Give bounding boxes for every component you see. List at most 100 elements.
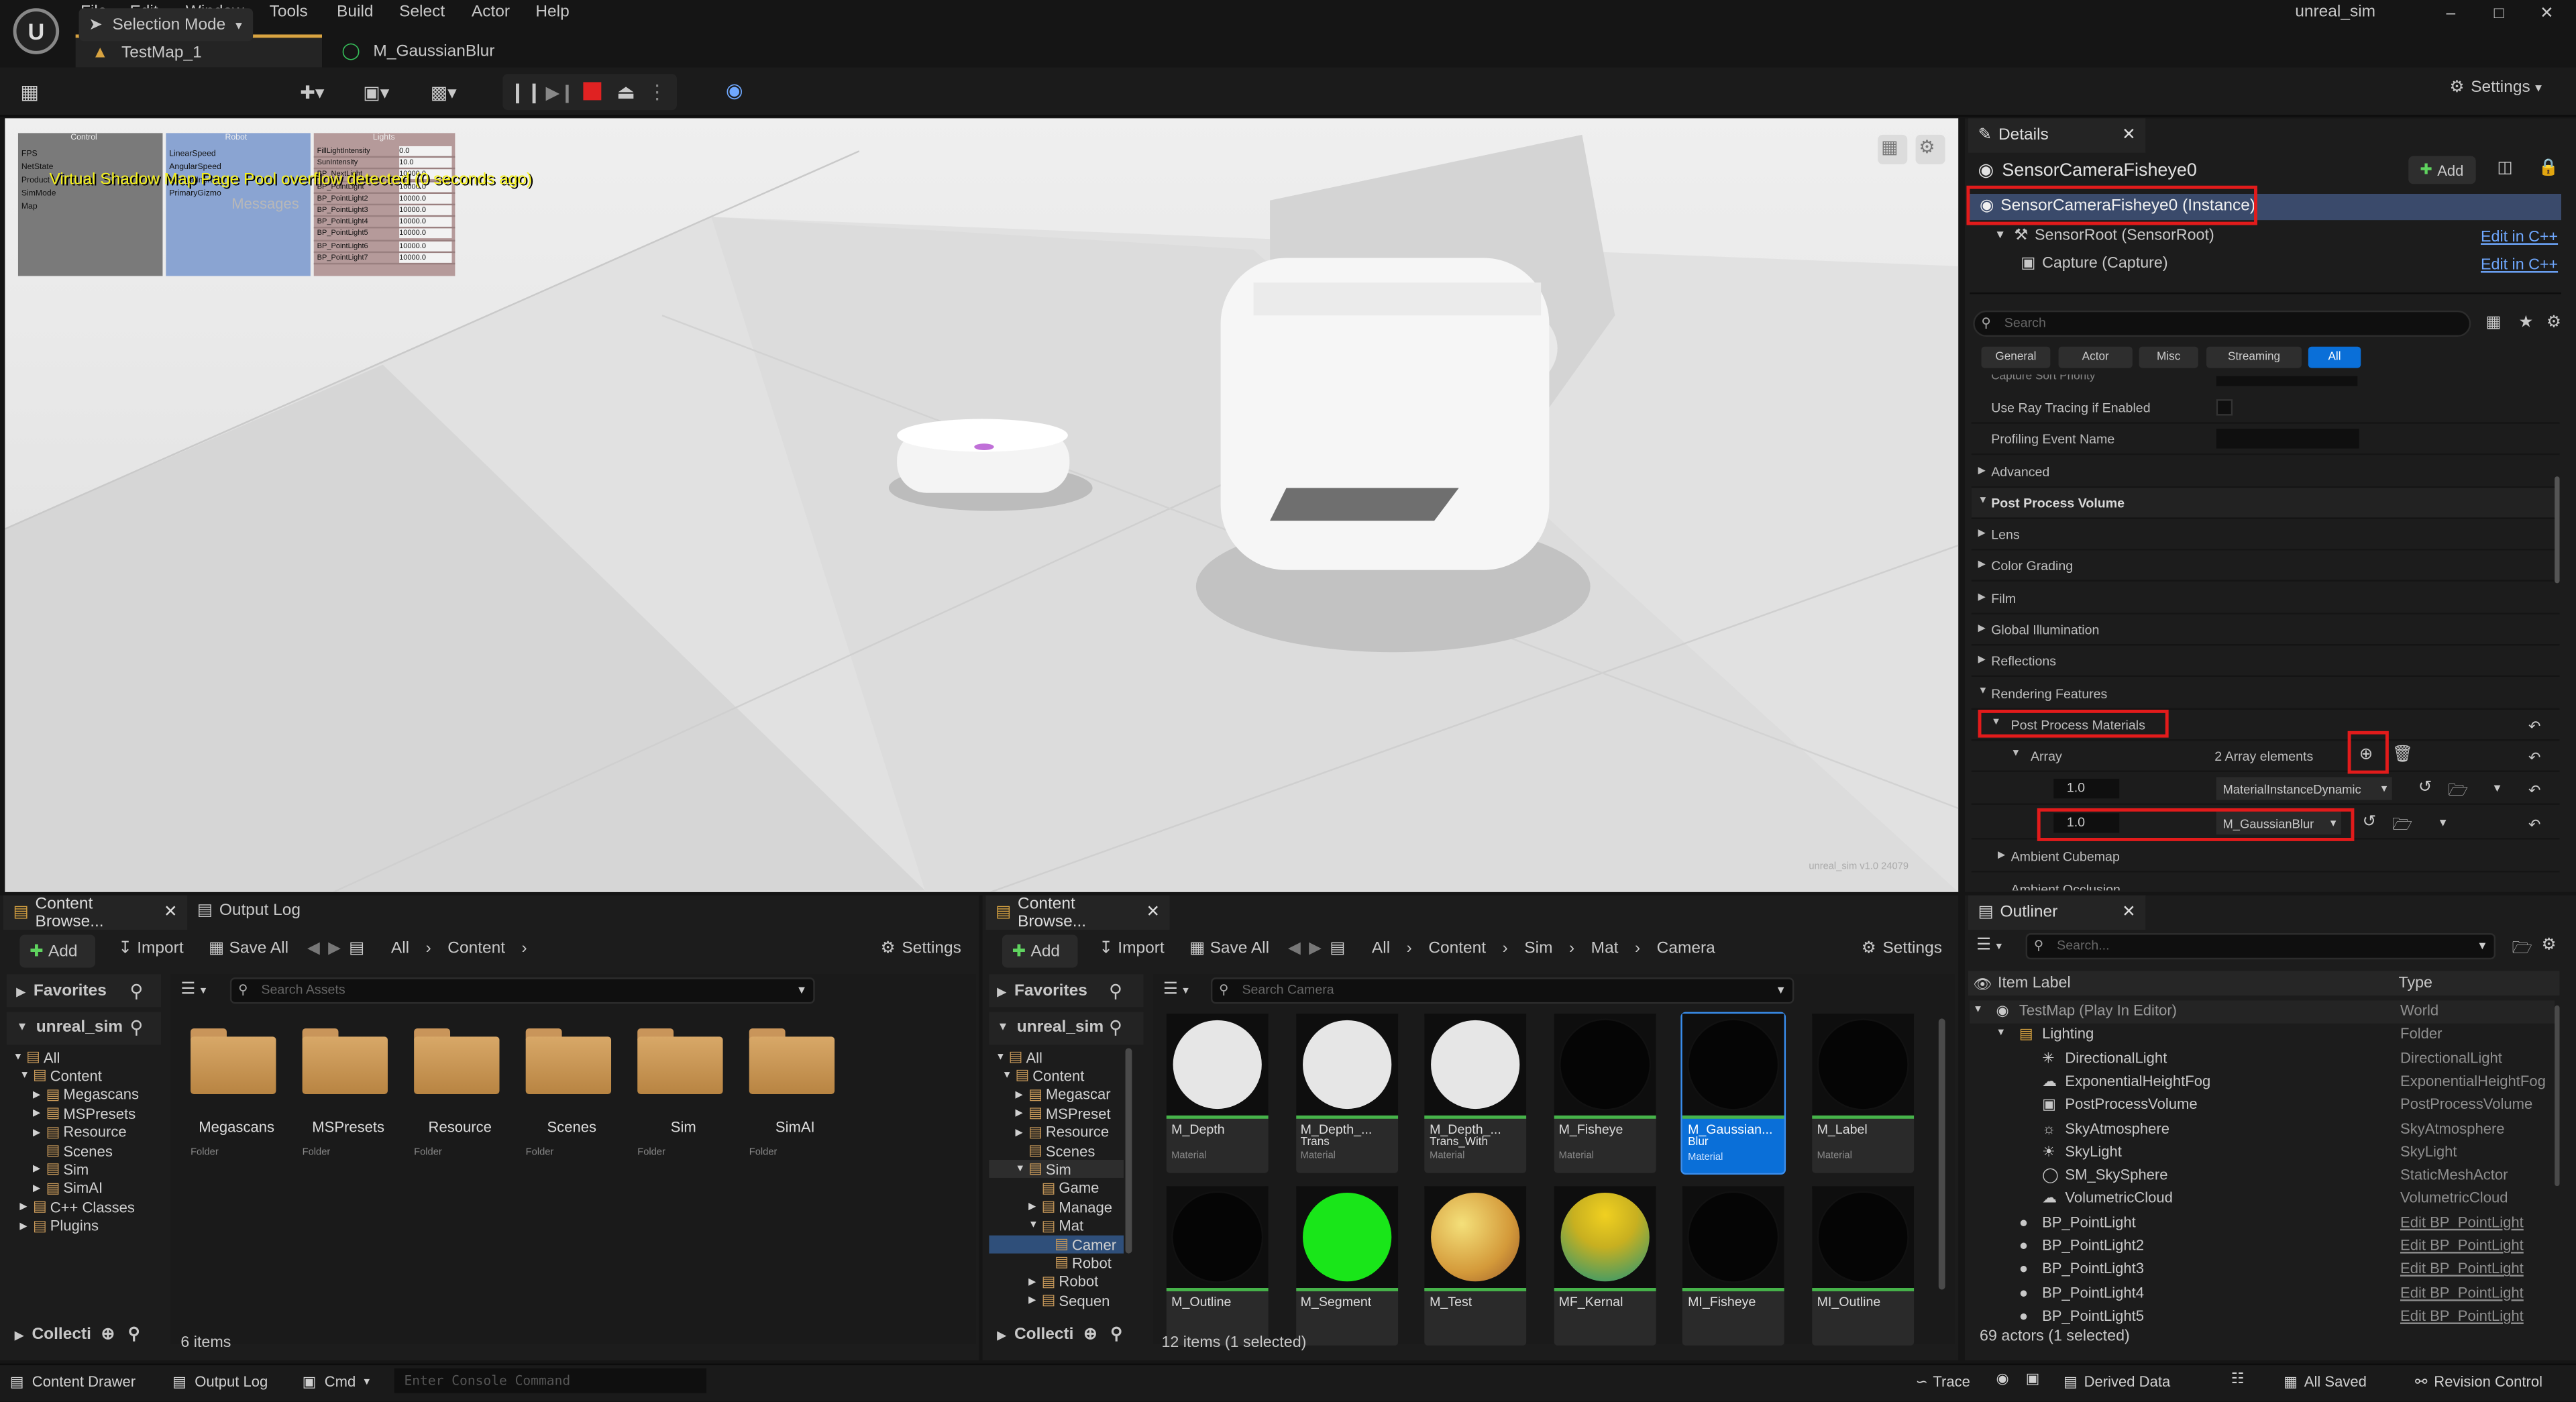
all-saved-button[interactable]: ▦ All Saved [2284,1370,2367,1393]
tree-folder-item[interactable]: ▤ Scenes [989,1142,1124,1160]
filter-button[interactable]: ☰ ▾ [180,981,206,999]
tab-output-log[interactable]: ▤ Output Log [197,902,301,920]
tree-folder-item[interactable]: ▶▤Sound [989,1310,1124,1311]
chevron-down-icon[interactable]: ▾ [1778,979,1784,1002]
delete-array-icon[interactable]: 🗑 [2392,746,2413,764]
close-tab-icon[interactable]: ✕ [2122,127,2136,145]
asset-tile[interactable]: MI_Outline [1812,1186,1915,1346]
step-icon[interactable]: ▶❙ [545,79,574,105]
debug-value-field[interactable]: 10.0 [399,158,452,168]
folder-tile[interactable]: SimAI Folder [743,1018,848,1175]
outliner-filter-button[interactable]: ☰ ▾ [1976,936,2002,955]
breadcrumb-item[interactable]: Camera [1657,940,1715,958]
reset-arrow-icon[interactable]: ↶ [2528,718,2540,736]
material-dropdown-0[interactable]: MaterialInstanceDynamic ▾ [2216,777,2392,800]
outliner-row[interactable]: ▣ PostProcessVolume PostProcessVolume [1970,1094,2555,1117]
tree-folder-item[interactable]: ▼ ▤ All [989,1048,1124,1066]
table-view-icon[interactable]: ▦ [2485,314,2501,332]
section-ambient-occlusion[interactable]: Ambient Occlusion [1972,872,2560,890]
asset-tile[interactable]: M_Depth_... Trans_With Material [1424,1014,1527,1173]
cb-right-import-button[interactable]: ↧ Import [1099,940,1164,958]
cb-left-settings-button[interactable]: ⚙ Settings [881,940,961,958]
tree-folder-item[interactable]: ▶ ▤ Sim [33,1161,89,1179]
add-collection-icon[interactable]: ⊕ [101,1326,115,1344]
forward-icon[interactable]: ▶ [1309,940,1322,958]
breadcrumb-item[interactable]: Sim [1524,940,1552,958]
section-ambient-cubemap[interactable]: ▶ Ambient Cubemap [1971,841,2560,873]
collections-header[interactable]: ▶ Collecti ⊕ ⚲ [998,1326,1123,1344]
section-color-grading[interactable]: ▶ Color Grading [1971,550,2560,582]
browse-icon[interactable]: 🗁 [2392,813,2412,841]
asset-tile[interactable]: M_Gaussian... Blur Material [1681,1012,1787,1175]
capture-sort-field[interactable] [2216,376,2358,386]
asset-tile[interactable]: MF_Kernal [1554,1186,1656,1346]
forward-icon[interactable]: ▶ [328,940,341,958]
new-folder-icon[interactable]: 🗁 [2512,936,2532,965]
filter-general[interactable]: General [1981,346,2051,368]
chevron-down-icon[interactable]: ▾ [798,979,805,1002]
tree-folder-item[interactable]: ▤ Robot [989,1254,1124,1273]
outliner-row[interactable]: ✳ DirectionalLight DirectionalLight [1970,1047,2555,1070]
section-rendering-features[interactable]: ▼ Rendering Features [1971,678,2560,710]
use-selected-icon[interactable]: ↺ [2363,813,2377,831]
menu-build[interactable]: Build [337,3,373,21]
folder-tile[interactable]: Megascans Folder [184,1018,289,1175]
debug-value-field[interactable]: 10000.0 [399,252,452,263]
tree-folder-item[interactable]: ▼ ▤ Content [19,1067,102,1085]
search-icon[interactable]: ⚲ [129,1017,143,1038]
cb-right-save-all-button[interactable]: ▦ Save All [1189,940,1269,958]
tab-details[interactable]: ✎ Details ✕ [1968,118,2146,153]
outliner-row[interactable]: ☁ ExponentialHeightFog ExponentialHeightFo… [1970,1071,2555,1093]
close-tab-icon[interactable]: ✕ [164,904,178,922]
search-icon[interactable]: ⚲ [1109,1017,1122,1038]
trace-button[interactable]: ∽ Trace [1916,1370,1970,1393]
blueprint-convert-icon[interactable]: ◫ [2497,160,2512,178]
outliner-row[interactable]: ● BP_PointLight5 Edit BP_PointLight [1970,1306,2555,1329]
filter-actor[interactable]: Actor [2058,346,2133,368]
content-drawer-button[interactable]: ▤ Content Drawer [10,1370,136,1393]
menu-actor[interactable]: Actor [472,3,510,21]
viewport-settings-icon[interactable]: ⚙ [1919,136,1935,158]
debug-value-field[interactable]: 10000.0 [399,229,452,239]
cmd-dropdown[interactable]: ▣ Cmd ▾ [303,1370,370,1393]
asset-tile[interactable]: M_Depth_... Trans Material [1295,1014,1398,1173]
unreal-logo-icon[interactable]: U [13,8,60,54]
tree-folder-item[interactable]: ▶ ▤ Resource [33,1123,127,1141]
tree-folder-item[interactable]: ▤ Camer [989,1235,1124,1254]
component-row-sensorroot[interactable]: ▼ ⚒ SensorRoot (SensorRoot) [1994,227,2214,245]
tree-folder-item[interactable]: ▶ ▤ SimAI [33,1179,103,1197]
more-options-icon[interactable]: ⋮ [647,79,667,105]
settings-button[interactable]: ⚙ Settings ▾ [2449,79,2541,97]
outliner-row[interactable]: ● BP_PointLight Edit BP_PointLight [1970,1212,2555,1235]
outliner-row[interactable]: ● BP_PointLight2 Edit BP_PointLight [1970,1236,2555,1258]
debug-value-field[interactable]: 0.0 [399,146,452,156]
asset-tile[interactable]: M_Depth Material [1166,1014,1269,1173]
cb-right-add-button[interactable]: ✚ Add [1002,934,1078,968]
tree-folder-item[interactable]: ▶ ▤ Sequen [989,1291,1124,1309]
tab-outliner[interactable]: ▤ Outliner ✕ [1968,895,2146,930]
chevron-down-icon[interactable]: ▾ [2440,815,2447,830]
use-selected-icon[interactable]: ↺ [2418,779,2432,797]
derived-data-button[interactable]: ▤ Derived Data [2063,1370,2170,1393]
asset-tile[interactable]: M_Segment [1295,1186,1398,1346]
tree-folder-item[interactable]: ▤ Scenes [33,1142,113,1160]
outliner-row[interactable]: ☀ SkyLight SkyLight [1970,1142,2555,1165]
edit-in-cpp-link[interactable]: Edit in C++ [2481,256,2558,274]
debug-value-field[interactable]: 10000.0 [399,240,452,251]
level-viewport[interactable]: ▦ ⚙ Control FPS NetState Product SimMode… [5,118,1959,892]
outliner-row[interactable]: ☼ SkyAtmosphere SkyAtmosphere [1970,1118,2555,1141]
section-film[interactable]: ▶ Film [1971,583,2560,614]
menu-tools[interactable]: Tools [270,3,308,21]
details-search-input[interactable]: ⚲ Search [1973,310,2471,337]
reset-arrow-icon[interactable]: ↶ [2528,749,2540,767]
tree-folder-item[interactable]: ▶ ▤ Resource [989,1123,1124,1141]
outliner-row[interactable]: ● BP_PointLight4 Edit BP_PointLight [1970,1283,2555,1305]
tree-scrollbar[interactable] [1125,1048,1132,1254]
outliner-row[interactable]: ▼ ◉ TestMap (Play In Editor) World [1970,1000,2555,1024]
tree-folder-item[interactable]: ▶ ▤ C++ Classes [19,1198,135,1216]
search-icon[interactable]: ⚲ [1109,981,1122,1002]
close-window-icon[interactable]: ✕ [2540,5,2554,23]
star-icon[interactable]: ★ [2518,314,2533,332]
cb-right-settings-button[interactable]: ⚙ Settings [1862,940,1942,958]
folder-tile[interactable]: Resource Folder [407,1018,513,1175]
